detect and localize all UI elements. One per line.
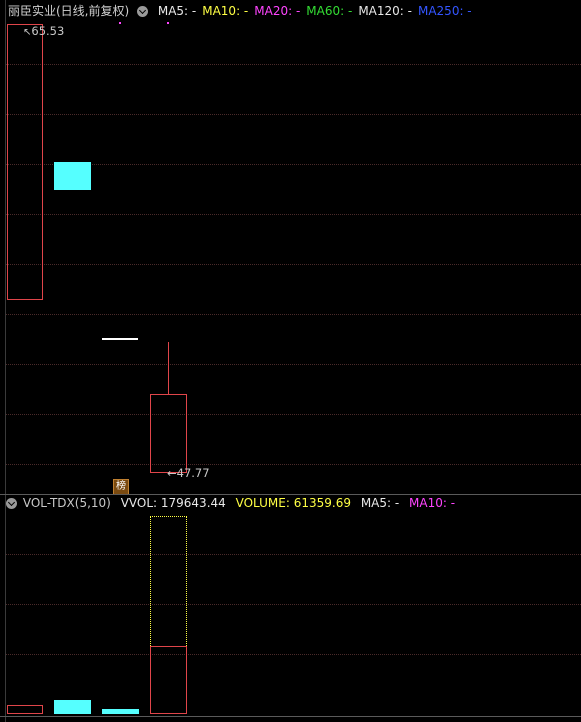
grid-line xyxy=(6,654,581,655)
volume-bar-1[interactable] xyxy=(7,705,43,714)
low-price-label: 47.77 xyxy=(176,466,210,480)
low-price-marker: ←47.77 xyxy=(167,466,210,480)
grid-line xyxy=(6,604,581,605)
grid-line xyxy=(6,414,581,415)
stock-title: 丽臣实业(日线,前复权) xyxy=(8,4,130,18)
candle-3-doji[interactable] xyxy=(102,338,138,340)
indicator-menu-icon[interactable] xyxy=(137,6,149,17)
grid-line xyxy=(6,314,581,315)
high-price-label: 65.53 xyxy=(31,24,65,38)
vol-ma5: MA5: - xyxy=(360,496,400,510)
grid-line xyxy=(6,464,581,465)
vvol-value: VVOL: 179643.44 xyxy=(120,496,226,510)
candle-4[interactable] xyxy=(150,394,187,473)
volume-bar-4[interactable] xyxy=(150,646,187,714)
candle-2[interactable] xyxy=(54,162,91,190)
ma-legend-item: MA20: - xyxy=(254,4,301,18)
arrow-icon: ← xyxy=(167,466,177,480)
grid-line xyxy=(6,164,581,165)
high-price-marker: ↖65.53 xyxy=(23,24,64,38)
ma-legend: MA5: - MA10: - MA20: - MA60: - MA120: - MA250… xyxy=(158,4,478,18)
grid-line xyxy=(6,364,581,365)
volume-panel-header: VOL-TDX(5,10) VVOL: 179643.44 VOLUME: 61… xyxy=(0,494,581,512)
ma-legend-item: MA5: - xyxy=(157,4,197,18)
vol-ma10: MA10: - xyxy=(409,496,456,510)
ma-legend-item: MA10: - xyxy=(202,4,249,18)
ma-legend-item: MA250: - xyxy=(417,4,472,18)
grid-line xyxy=(6,554,581,555)
grid-line xyxy=(6,264,581,265)
volume-bar-2[interactable] xyxy=(54,700,91,714)
chart-left-axis xyxy=(5,0,6,722)
candle-1[interactable] xyxy=(7,24,43,300)
volume-value: VOLUME: 61359.69 xyxy=(235,496,351,510)
vvol-bar-4[interactable] xyxy=(150,516,187,646)
grid-line xyxy=(6,214,581,215)
candle-4-wick xyxy=(168,342,169,394)
ma-legend-item: MA60: - xyxy=(306,4,353,18)
panel-separator xyxy=(0,716,581,717)
ma-marker xyxy=(119,22,121,24)
price-panel-header: 丽臣实业(日线,前复权) MA5: - MA10: - MA20: - MA60: -… xyxy=(0,2,581,20)
volume-bar-3[interactable] xyxy=(102,709,139,714)
grid-line xyxy=(6,114,581,115)
indicator-menu-icon[interactable] xyxy=(6,498,17,509)
ma-legend-item: MA120: - xyxy=(358,4,412,18)
rank-badge[interactable]: 榜 xyxy=(113,479,129,495)
vol-indicator-name: VOL-TDX(5,10) xyxy=(22,496,111,510)
ma-marker xyxy=(167,22,169,24)
grid-line xyxy=(6,64,581,65)
